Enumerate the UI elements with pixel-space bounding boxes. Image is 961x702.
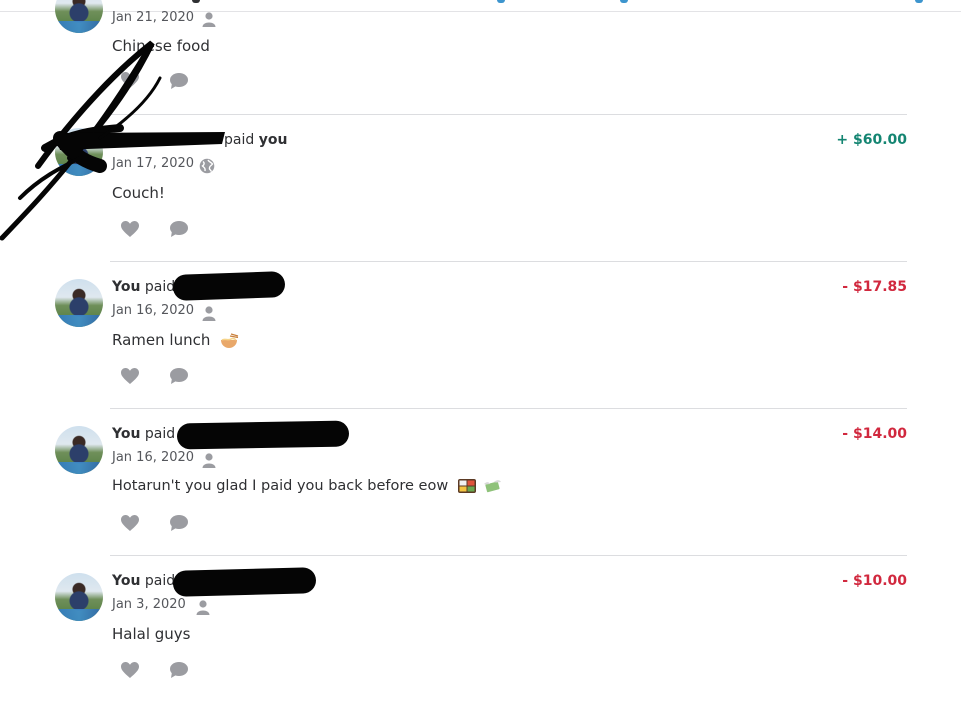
title-verb: paid: [144, 573, 176, 589]
redaction-mark: [172, 271, 286, 301]
person-icon: [202, 453, 216, 468]
bento-box-emoji-icon: [457, 479, 476, 493]
heart-icon[interactable]: [120, 367, 140, 385]
feed-story: You paid - $17.85 Jan 16, 2020 Ramen lun…: [0, 261, 961, 408]
title-verb: paid: [144, 279, 176, 295]
redaction-mark: [172, 567, 317, 597]
ramen-emoji-icon: [221, 332, 239, 348]
feed-story: Jan 21, 2020 Chinese food: [0, 0, 961, 89]
person-icon: [202, 306, 216, 321]
person-icon: [202, 12, 216, 27]
scribble-redaction-mark: [0, 40, 225, 241]
redaction-mark: [176, 420, 350, 450]
title-verb: paid: [144, 426, 176, 442]
avatar[interactable]: [55, 426, 103, 474]
story-title: You paid: [112, 573, 175, 589]
story-note: Halal guys: [112, 625, 191, 643]
note-text: Hotarun't you glad I paid you back befor…: [112, 478, 449, 494]
story-date: Jan 3, 2020: [112, 597, 186, 612]
feed-story: You paid - $10.00 Jan 3, 2020 Halal guys: [0, 555, 961, 702]
payee-name[interactable]: you: [259, 132, 288, 148]
payer-name[interactable]: You: [112, 279, 140, 295]
transaction-feed: Jan 21, 2020 Chinese food paid you + $60…: [0, 0, 961, 697]
heart-icon[interactable]: [120, 514, 140, 532]
payer-name[interactable]: You: [112, 426, 140, 442]
avatar[interactable]: [55, 0, 103, 33]
story-date: Jan 16, 2020: [112, 303, 195, 318]
feed-story: You paid - $14.00 Jan 16, 2020 Hotarun't…: [0, 408, 961, 555]
heart-icon[interactable]: [120, 661, 140, 679]
comment-icon[interactable]: [169, 661, 189, 679]
comment-icon[interactable]: [169, 514, 189, 532]
note-text: Ramen lunch: [112, 331, 211, 349]
payment-amount: - $17.85: [842, 279, 907, 295]
money-with-wings-emoji-icon: [484, 480, 502, 493]
payment-amount: - $10.00: [842, 573, 907, 589]
story-date: Jan 21, 2020: [112, 10, 195, 25]
person-icon: [196, 600, 210, 615]
story-title: You paid: [112, 426, 175, 442]
avatar[interactable]: [55, 573, 103, 621]
story-date: Jan 16, 2020: [112, 450, 195, 465]
payment-amount: + $60.00: [836, 132, 907, 148]
story-note: Ramen lunch: [112, 331, 239, 349]
story-note: Hotarun't you glad I paid you back befor…: [112, 478, 502, 494]
payment-amount: - $14.00: [842, 426, 907, 442]
story-title: You paid: [112, 279, 175, 295]
avatar[interactable]: [55, 279, 103, 327]
payer-name[interactable]: You: [112, 573, 140, 589]
comment-icon[interactable]: [169, 367, 189, 385]
